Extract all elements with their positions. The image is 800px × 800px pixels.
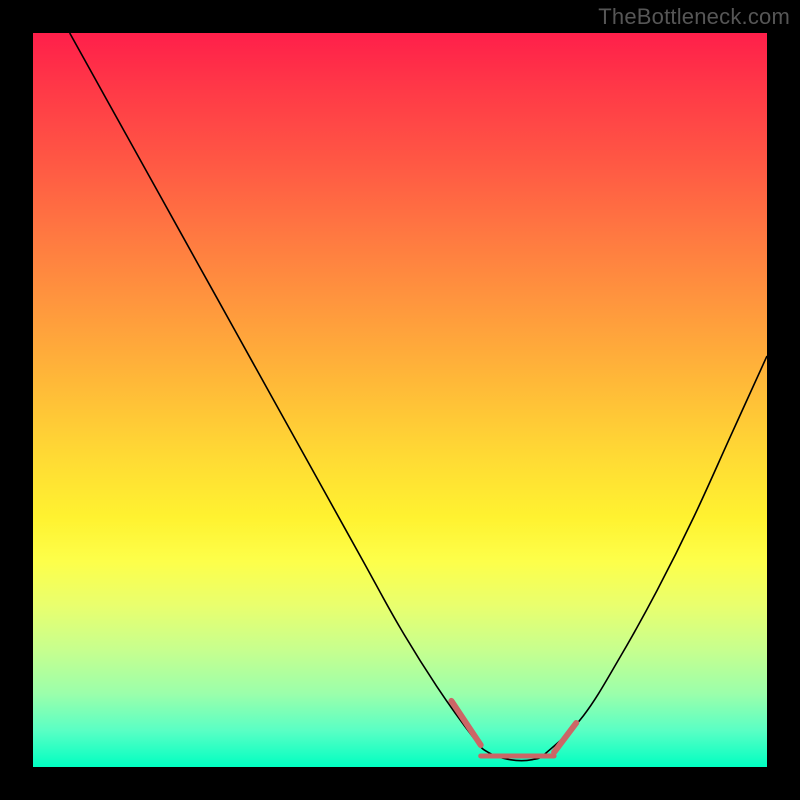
- chart-container: TheBottleneck.com: [0, 0, 800, 800]
- watermark-text: TheBottleneck.com: [598, 4, 790, 30]
- chart-overlay: [33, 33, 767, 767]
- bottleneck-curve: [70, 33, 767, 761]
- annotation-markers: [451, 701, 576, 756]
- left-transition-marker: [451, 701, 480, 745]
- right-transition-marker: [554, 723, 576, 752]
